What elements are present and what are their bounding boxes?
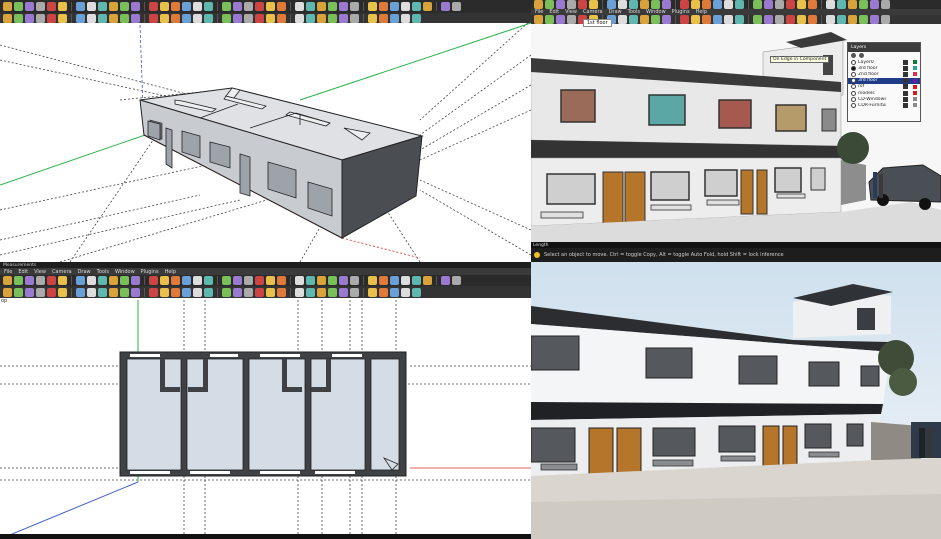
inference-tooltip: On Edge in Component [770, 56, 830, 63]
perspective-model-view[interactable] [0, 0, 531, 262]
layer-color-swatch[interactable] [913, 60, 917, 65]
visibility-checkbox[interactable] [903, 90, 908, 96]
active-layer-radio[interactable] [851, 78, 856, 84]
layer-color-swatch[interactable] [913, 84, 917, 89]
active-layer-radio[interactable] [851, 71, 856, 77]
layer-name: 2nd floor [858, 71, 879, 77]
layer-name: 3rd floor [858, 65, 878, 71]
layer-color-swatch[interactable] [913, 97, 917, 102]
layer-name: rof [858, 84, 865, 90]
plan-model-view[interactable] [0, 262, 531, 539]
photo-render [531, 262, 941, 539]
visibility-checkbox[interactable] [903, 71, 908, 77]
layer-color-swatch[interactable] [913, 72, 917, 77]
layer-name: 3rd floor [858, 78, 878, 84]
layer-name: CDR-Furniture [858, 102, 886, 108]
active-layer-radio[interactable] [851, 90, 856, 96]
active-layer-radio[interactable] [851, 65, 856, 71]
elevation-render [531, 24, 941, 248]
delete-layer-icon[interactable] [859, 53, 864, 58]
visibility-checkbox[interactable] [903, 59, 908, 65]
status-text: Select an object to move. Ctrl = toggle … [544, 252, 784, 258]
layer-color-swatch[interactable] [913, 78, 917, 83]
visibility-checkbox[interactable] [903, 78, 908, 84]
layer-color-swatch[interactable] [913, 66, 917, 71]
layers-panel-title: Layers [848, 43, 920, 52]
layer-row[interactable]: CDR-Furniture [848, 102, 920, 108]
layer-color-swatch[interactable] [913, 91, 917, 96]
viewport-plan[interactable]: Measurements File Edit View Camera Draw Tools… [0, 262, 531, 539]
viewport-perspective[interactable] [0, 0, 531, 262]
layers-panel[interactable]: Layers Layer0 3rd floor 2nd floor 3rd floor… [847, 42, 921, 122]
visibility-checkbox[interactable] [903, 96, 908, 102]
layer-list: Layer0 3rd floor 2nd floor 3rd floor rof mode… [848, 59, 920, 109]
active-layer-radio[interactable] [851, 96, 856, 102]
scene-tag[interactable]: 1st floor [583, 19, 612, 27]
active-layer-radio[interactable] [851, 59, 856, 65]
status-bar-bottom-left [0, 534, 531, 539]
unit-label: Length [533, 243, 549, 248]
layer-name: CD-Windows [858, 96, 886, 102]
visibility-checkbox[interactable] [903, 84, 908, 90]
visibility-checkbox[interactable] [903, 102, 908, 108]
active-layer-radio[interactable] [851, 102, 856, 108]
layer-name: models [858, 90, 875, 96]
status-bar-top-right: Select an object to move. Ctrl = toggle … [531, 248, 941, 262]
viewport-elevation[interactable]: File Edit View Camera Draw Tools Window Plugins… [531, 0, 941, 262]
layer-color-swatch[interactable] [913, 103, 917, 108]
add-layer-icon[interactable] [851, 53, 856, 58]
info-icon[interactable] [534, 252, 540, 258]
layer-name: Layer0 [858, 59, 874, 65]
active-layer-radio[interactable] [851, 84, 856, 90]
viewport-render [531, 262, 941, 539]
visibility-checkbox[interactable] [903, 65, 908, 71]
